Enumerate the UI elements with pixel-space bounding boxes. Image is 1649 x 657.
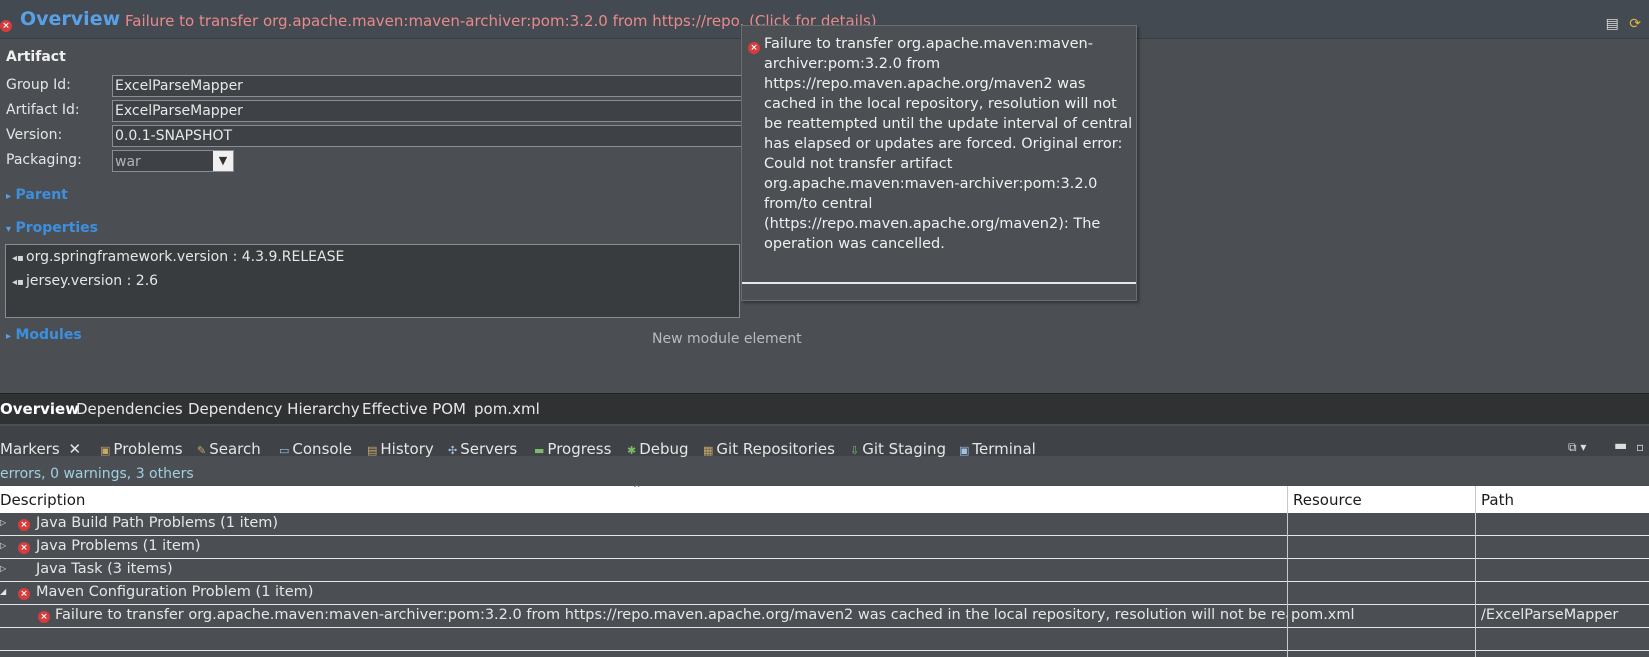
artifact-id-label: Artifact Id: <box>6 102 80 118</box>
parent-section-toggle[interactable]: ▸ Parent <box>6 187 68 203</box>
column-path[interactable]: Path <box>1481 491 1514 509</box>
header-toolbar: ▤ ⟳ <box>1606 16 1641 32</box>
tab-servers[interactable]: ✣ Servers <box>448 440 517 458</box>
table-row[interactable]: ▷ × Java Build Path Problems (1 item) <box>0 513 1649 536</box>
parent-section-title: Parent <box>15 187 68 203</box>
new-module-element-hint[interactable]: New module element <box>652 331 802 347</box>
page-title: Overview <box>20 8 121 30</box>
properties-section-title: Properties <box>15 220 99 236</box>
error-icon: × <box>38 607 50 623</box>
tab-search[interactable]: ✎ Search <box>197 440 261 458</box>
debug-icon: ✱ <box>627 444 637 457</box>
tab-progress[interactable]: ▬ Progress <box>534 440 611 458</box>
servers-icon: ✣ <box>448 444 458 457</box>
view-tab-bar: Markers ✕ ▣ Problems ✎ Search ▭ Console ▤ Hi… <box>0 426 1649 458</box>
group-id-label: Group Id: <box>6 77 71 93</box>
column-divider[interactable] <box>1287 486 1288 657</box>
table-row[interactable]: ◢ × Maven Configuration Problem (1 item) <box>0 582 1649 605</box>
view-menu-icon[interactable]: ⧉ ▾ <box>1568 440 1586 455</box>
column-resource[interactable]: Resource <box>1293 491 1362 509</box>
sort-ascending-icon: ^ <box>633 484 641 494</box>
git-staging-icon: ⇩ <box>850 444 860 457</box>
error-icon: × <box>18 538 30 554</box>
refresh-icon[interactable]: ⟳ <box>1629 16 1641 32</box>
tab-git-repositories[interactable]: ▦ Git Repositories <box>703 440 835 458</box>
chevron-right-icon: ▸ <box>6 191 12 202</box>
tab-dependencies[interactable]: Dependencies <box>76 400 183 418</box>
chevron-down-icon[interactable]: ◢ <box>0 587 6 596</box>
packaging-value: war <box>115 154 141 170</box>
editor-tab-bar: Overview Dependencies Dependency Hierarc… <box>0 393 1649 424</box>
tab-history[interactable]: ▤ History <box>367 440 434 458</box>
row-resource: pom.xml <box>1291 607 1355 623</box>
pom-file-icon[interactable]: ▤ <box>1606 16 1619 32</box>
properties-section-toggle[interactable]: ▾ Properties <box>6 220 98 236</box>
table-row[interactable]: ▷ × Java Problems (1 item) <box>0 536 1649 559</box>
row-description: Java Build Path Problems (1 item) <box>36 515 279 531</box>
table-row[interactable]: ▷ Java Task (3 items) <box>0 559 1649 582</box>
artifact-id-field[interactable] <box>112 100 742 122</box>
search-icon: ✎ <box>197 444 207 457</box>
tab-overview[interactable]: Overview <box>0 400 79 418</box>
chevron-down-icon[interactable]: ▼ <box>213 151 233 171</box>
minimize-icon[interactable]: ▬ <box>1614 438 1627 454</box>
chevron-right-icon[interactable]: ▷ <box>0 564 6 573</box>
tab-markers[interactable]: Markers ✕ <box>0 440 81 458</box>
chevron-right-icon[interactable]: ▷ <box>0 541 6 550</box>
terminal-icon: ▣ <box>959 444 970 457</box>
tab-console[interactable]: ▭ Console <box>279 440 352 458</box>
close-icon[interactable]: ✕ <box>68 440 81 458</box>
table-row[interactable]: × Failure to transfer org.apache.maven:m… <box>0 605 1649 628</box>
error-icon: × <box>18 584 30 600</box>
group-id-field[interactable] <box>112 75 742 97</box>
tab-git-staging[interactable]: ⇩ Git Staging <box>850 440 946 458</box>
progress-icon: ▬ <box>534 444 545 457</box>
error-icon: × <box>18 515 30 531</box>
packaging-label: Packaging: <box>6 152 82 168</box>
tab-dependency-hierarchy[interactable]: Dependency Hierarchy <box>188 400 360 418</box>
modules-section-title: Modules <box>15 327 82 343</box>
maximize-icon[interactable]: ▫ <box>1636 440 1644 454</box>
tab-pom-xml[interactable]: pom.xml <box>474 400 540 418</box>
markers-table-header: Description ^ Resource Path <box>0 484 1649 513</box>
chevron-right-icon: ▸ <box>6 331 12 342</box>
markers-summary: errors, 0 warnings, 3 others <box>0 466 194 482</box>
tooltip-text: Failure to transfer org.apache.maven:mav… <box>764 36 1133 252</box>
packaging-select[interactable]: war ▼ <box>112 150 234 172</box>
console-icon: ▭ <box>279 444 290 457</box>
tab-terminal[interactable]: ▣ Terminal <box>959 440 1036 458</box>
row-description: Maven Configuration Problem (1 item) <box>36 584 314 600</box>
chevron-down-icon: ▾ <box>6 224 12 235</box>
version-label: Version: <box>6 127 63 143</box>
error-icon: × <box>0 16 12 32</box>
error-details-tooltip: × Failure to transfer org.apache.maven:m… <box>741 25 1137 301</box>
row-description: Failure to transfer org.apache.maven:mav… <box>55 607 1288 623</box>
table-row <box>0 628 1649 651</box>
tab-debug[interactable]: ✱ Debug <box>627 440 689 458</box>
list-item[interactable]: ◂▪ jersey.version : 2.6 <box>12 273 158 289</box>
tab-effective-pom[interactable]: Effective POM <box>362 400 466 418</box>
properties-list[interactable]: ◂▪ org.springframework.version : 4.3.9.RE… <box>5 244 740 318</box>
history-icon: ▤ <box>367 444 378 457</box>
problems-icon: ▣ <box>100 444 111 457</box>
modules-section-toggle[interactable]: ▸ Modules <box>6 327 82 343</box>
list-item[interactable]: ◂▪ org.springframework.version : 4.3.9.RE… <box>12 249 344 265</box>
row-description: Java Problems (1 item) <box>36 538 201 554</box>
tab-problems[interactable]: ▣ Problems <box>100 440 183 458</box>
git-repositories-icon: ▦ <box>703 444 714 457</box>
artifact-section-title: Artifact <box>6 49 66 65</box>
row-path: /ExcelParseMapper <box>1481 607 1619 623</box>
column-description[interactable]: Description <box>0 491 85 509</box>
column-divider[interactable] <box>1475 486 1476 657</box>
version-field[interactable] <box>112 125 742 147</box>
tooltip-divider <box>742 282 1136 284</box>
chevron-right-icon[interactable]: ▷ <box>0 518 6 527</box>
row-description: Java Task (3 items) <box>36 561 173 577</box>
property-icon: ◂▪ <box>12 253 24 264</box>
error-icon: × <box>748 38 760 54</box>
property-icon: ◂▪ <box>12 277 24 288</box>
